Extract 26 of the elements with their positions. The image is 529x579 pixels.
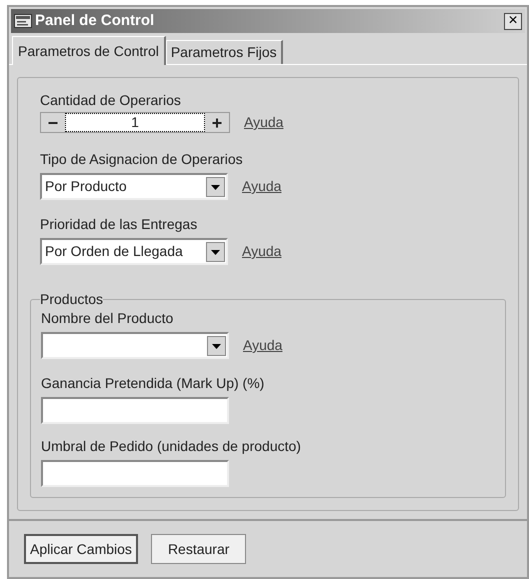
tab[interactable]: Parametros Fijos — [166, 40, 283, 64]
dropdown[interactable]: Por Orden de Llegada — [40, 238, 228, 265]
help-link[interactable]: Ayuda — [242, 176, 282, 197]
close-button[interactable]: × — [504, 12, 522, 30]
threshold-field[interactable] — [41, 460, 229, 487]
dropdown[interactable]: Por Producto — [40, 173, 228, 200]
field-label: Ganancia Pretendida (Mark Up) (%) — [41, 374, 266, 393]
help-link[interactable]: Ayuda — [244, 112, 284, 133]
action-button[interactable]: Restaurar — [150, 534, 246, 564]
field-label: Cantidad de Operarios — [40, 91, 182, 110]
increment-button[interactable]: + — [205, 113, 229, 132]
quantity-field[interactable]: 1 — [65, 113, 205, 132]
tab[interactable]: Parametros de Control — [12, 36, 166, 65]
window-title: Panel de Control — [35, 10, 154, 31]
markup-field[interactable] — [41, 397, 229, 424]
action-button[interactable]: Aplicar Cambios — [24, 534, 138, 564]
window-icon — [14, 14, 32, 28]
field-label: Tipo de Asignacion de Operarios — [40, 150, 244, 169]
decrement-button[interactable]: − — [41, 113, 65, 132]
field-label: Umbral de Pedido (unidades de producto) — [41, 437, 302, 456]
dropdown[interactable] — [41, 332, 229, 359]
field-label: Nombre del Producto — [41, 309, 174, 328]
help-link[interactable]: Ayuda — [243, 335, 282, 356]
number-stepper[interactable]: − 1 + — [40, 112, 230, 133]
help-link[interactable]: Ayuda — [242, 241, 282, 262]
field-label: Prioridad de las Entregas — [40, 215, 198, 234]
